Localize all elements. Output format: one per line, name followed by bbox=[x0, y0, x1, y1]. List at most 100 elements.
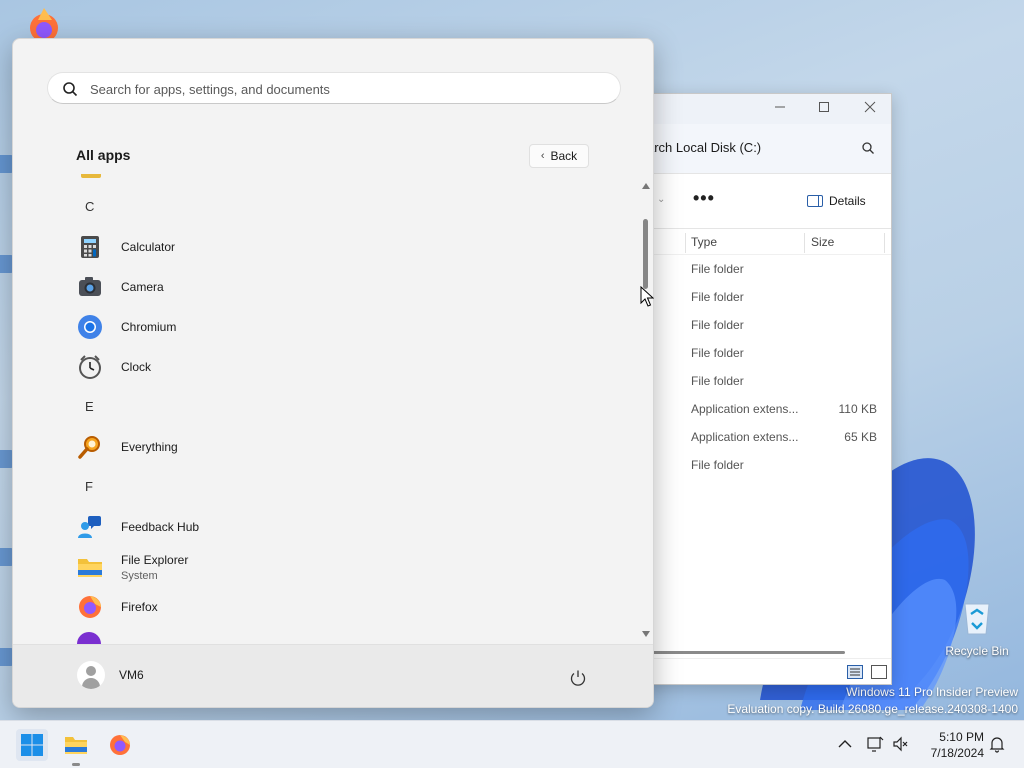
chevron-up-icon[interactable] bbox=[836, 735, 854, 753]
watermark-build: Evaluation copy. Build 26080.ge_release.… bbox=[727, 702, 1018, 716]
row-type: Application extens... bbox=[691, 430, 799, 444]
close-button[interactable] bbox=[861, 100, 879, 118]
table-row[interactable]: File folder bbox=[641, 283, 891, 311]
row-type: File folder bbox=[691, 458, 744, 472]
chromium-icon bbox=[77, 314, 103, 340]
app-camera[interactable]: Camera bbox=[75, 269, 615, 305]
app-calculator[interactable]: Calculator bbox=[75, 229, 615, 265]
taskbar: 5:10 PM 7/18/2024 bbox=[0, 720, 1024, 768]
mouse-cursor-icon bbox=[640, 286, 654, 307]
scroll-down-arrow[interactable] bbox=[641, 629, 651, 639]
app-name: Camera bbox=[121, 280, 164, 294]
app-clock[interactable]: Clock bbox=[75, 349, 615, 385]
calculator-icon bbox=[77, 234, 103, 260]
recycle-bin-label: Recycle Bin bbox=[945, 644, 1009, 658]
power-icon[interactable] bbox=[569, 669, 587, 687]
folder-icon bbox=[77, 554, 103, 580]
start-button[interactable] bbox=[16, 729, 48, 761]
table-row[interactable]: Application extens... 65 KB bbox=[641, 423, 891, 451]
back-button[interactable]: ‹ Back bbox=[529, 144, 589, 168]
row-type: File folder bbox=[691, 346, 744, 360]
details-pane-icon bbox=[807, 195, 823, 207]
network-icon[interactable] bbox=[866, 735, 884, 753]
watermark: Windows 11 Pro Insider Preview Evaluatio… bbox=[727, 684, 1018, 718]
scroll-up-arrow[interactable] bbox=[641, 181, 651, 191]
minimize-button[interactable] bbox=[771, 100, 789, 118]
windows-logo-icon bbox=[21, 734, 43, 756]
list-view-icon[interactable] bbox=[847, 665, 863, 679]
scrollbar-thumb[interactable] bbox=[643, 219, 648, 289]
row-type: File folder bbox=[691, 290, 744, 304]
column-separator[interactable] bbox=[884, 233, 885, 253]
column-header-size[interactable]: Size bbox=[811, 235, 834, 249]
explorer-titlebar[interactable] bbox=[641, 94, 891, 124]
taskbar-file-explorer-button[interactable] bbox=[60, 729, 92, 761]
user-account-button[interactable]: VM6 bbox=[77, 661, 144, 689]
start-search-box[interactable] bbox=[47, 72, 621, 104]
column-separator[interactable] bbox=[804, 233, 805, 253]
table-row[interactable]: File folder bbox=[641, 451, 891, 479]
app-everything[interactable]: Everything bbox=[75, 429, 615, 465]
column-header-row: Type Size bbox=[641, 229, 891, 255]
clock-icon bbox=[77, 354, 103, 380]
taskbar-firefox-button[interactable] bbox=[104, 729, 136, 761]
clock-time: 5:10 PM bbox=[939, 730, 984, 744]
app-name: File Explorer bbox=[121, 552, 189, 567]
explorer-search-bar[interactable]: arch Local Disk (C:) bbox=[641, 124, 891, 174]
firefox-icon bbox=[110, 735, 130, 755]
tiles-view-icon[interactable] bbox=[871, 665, 887, 679]
row-type: File folder bbox=[691, 262, 744, 276]
notification-bell-icon[interactable] bbox=[988, 735, 1006, 753]
details-label: Details bbox=[829, 194, 866, 208]
explorer-search-text[interactable]: arch Local Disk (C:) bbox=[647, 140, 761, 155]
all-apps-list: C Calculator Camera Chromium Clock E Eve… bbox=[13, 174, 643, 644]
avatar bbox=[77, 661, 105, 689]
row-size: 65 KB bbox=[844, 430, 877, 444]
app-name: Calculator bbox=[121, 240, 176, 254]
table-row[interactable]: Application extens... 110 KB bbox=[641, 395, 891, 423]
horizontal-scrollbar[interactable] bbox=[641, 651, 845, 654]
table-row[interactable]: File folder bbox=[641, 255, 891, 283]
app-name: Clock bbox=[121, 360, 152, 374]
search-icon bbox=[63, 82, 78, 97]
back-label: Back bbox=[550, 149, 578, 163]
search-icon[interactable] bbox=[861, 141, 875, 155]
letter-header-f[interactable]: F bbox=[85, 479, 93, 494]
app-firefox[interactable]: Firefox bbox=[75, 589, 615, 625]
all-apps-title: All apps bbox=[76, 147, 131, 163]
column-separator[interactable] bbox=[685, 233, 686, 253]
column-header-type[interactable]: Type bbox=[691, 235, 717, 249]
feedback-hub-icon bbox=[77, 514, 103, 540]
firefox-icon bbox=[77, 594, 103, 620]
app-feedback-hub[interactable]: Feedback Hub bbox=[75, 509, 615, 545]
camera-icon bbox=[77, 274, 103, 300]
volume-muted-icon[interactable] bbox=[892, 735, 910, 753]
table-row[interactable]: File folder bbox=[641, 339, 891, 367]
chevron-down-icon[interactable]: ⌄ bbox=[657, 194, 665, 205]
chevron-left-icon: ‹ bbox=[540, 150, 545, 162]
more-options-button[interactable]: ••• bbox=[693, 188, 715, 209]
app-subtitle: System bbox=[121, 569, 158, 582]
start-footer: VM6 bbox=[13, 644, 653, 707]
letter-header-c[interactable]: C bbox=[85, 199, 94, 214]
app-chromium[interactable]: Chromium bbox=[75, 309, 615, 345]
maximize-button[interactable] bbox=[815, 100, 833, 118]
explorer-status-bar bbox=[641, 658, 891, 684]
recycle-bin-icon bbox=[957, 596, 997, 636]
app-file-explorer[interactable]: File Explorer System bbox=[75, 549, 615, 585]
everything-icon bbox=[77, 434, 103, 460]
row-type: File folder bbox=[691, 318, 744, 332]
recycle-bin[interactable]: Recycle Bin bbox=[940, 596, 1014, 658]
file-explorer-window[interactable]: arch Local Disk (C:) ⌄ ••• Details Type … bbox=[640, 93, 892, 685]
start-search-input[interactable] bbox=[90, 79, 590, 99]
table-row[interactable]: File folder bbox=[641, 311, 891, 339]
desktop-firefox-icon[interactable] bbox=[14, 6, 62, 42]
details-pane-button[interactable]: Details bbox=[807, 194, 866, 208]
letter-header-e[interactable]: E bbox=[85, 399, 94, 414]
running-indicator bbox=[72, 763, 80, 766]
explorer-toolbar: ⌄ ••• Details bbox=[641, 174, 891, 229]
partial-app-icon bbox=[81, 174, 101, 178]
taskbar-clock[interactable]: 5:10 PM 7/18/2024 bbox=[920, 729, 984, 761]
table-row[interactable]: File folder bbox=[641, 367, 891, 395]
file-list: File folder File folder File folder File… bbox=[641, 255, 891, 479]
